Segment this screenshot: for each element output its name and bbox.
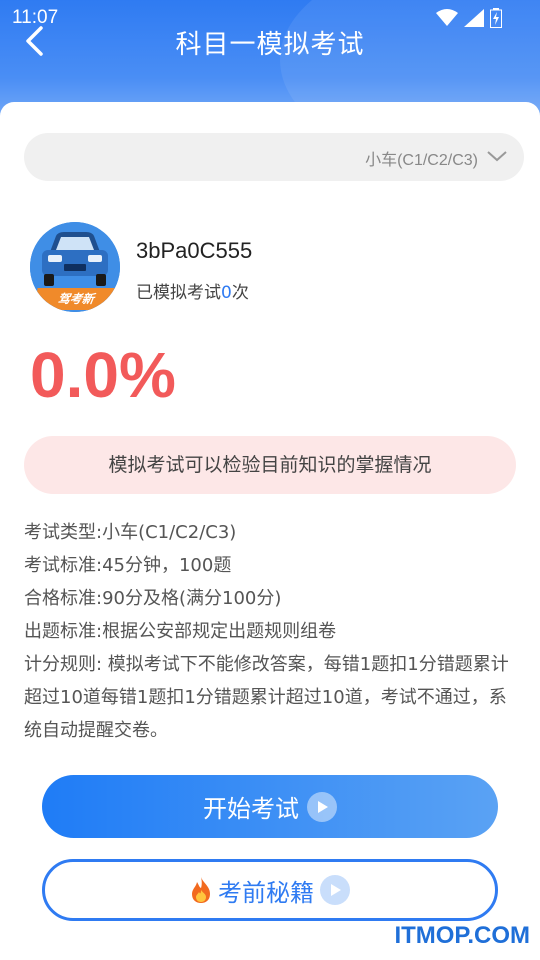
exam-count-prefix: 已模拟考试 [136,283,221,303]
watermark: ITMOP.COM [394,922,530,949]
car-type-dropdown[interactable]: 小车(C1/C2/C3) [24,133,524,181]
rule-exam-standard: 考试标准:45分钟，100题 [24,555,232,576]
start-exam-button[interactable]: 开始考试 [42,775,498,838]
avatar-banner: 驾考新 [34,288,118,310]
wifi-icon [436,9,458,26]
exam-count: 已模拟考试0次 [136,278,249,303]
chevron-down-icon [487,151,507,162]
signal-icon [464,9,484,27]
exam-count-suffix: 次 [231,283,249,303]
page-title: 科目一模拟考试 [175,30,365,60]
exam-tips-label: 考前秘籍 [218,878,314,907]
score-percentage: 0.0% [30,339,176,411]
tip-banner: 模拟考试可以检验目前知识的掌握情况 [24,436,516,494]
exam-count-number: 0 [221,283,232,303]
rule-exam-type: 考试类型:小车(C1/C2/C3) [24,522,237,543]
fire-icon [192,877,210,903]
car-type-value: 小车(C1/C2/C3) [365,152,478,169]
status-icons [436,8,502,28]
start-exam-label: 开始考试 [203,795,299,823]
battery-icon [490,8,502,28]
play-icon [320,875,350,905]
exam-tips-button[interactable]: 考前秘籍 [42,859,498,921]
avatar: 驾考新 [30,222,120,312]
rule-question-standard: 出题标准:根据公安部规定出题规则组卷 [24,621,337,642]
username: 3bPa0C555 [136,238,253,263]
play-icon [307,791,337,822]
exam-rules: 考试类型:小车(C1/C2/C3) 考试标准:45分钟，100题 合格标准:90… [24,516,518,747]
rule-scoring: 计分规则: 模拟考试下不能修改答案，每错1题扣1分错题累计超过10道每错1题扣1… [24,654,509,741]
rule-pass-standard: 合格标准:90分及格(满分100分) [24,588,282,609]
